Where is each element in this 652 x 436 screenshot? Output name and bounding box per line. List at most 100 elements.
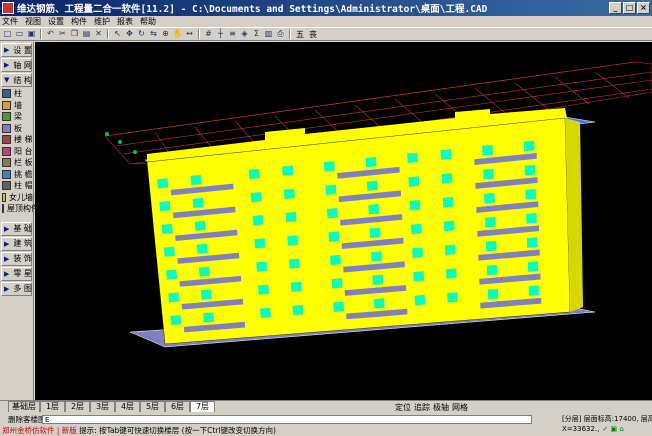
menu-maintain[interactable]: 维护 xyxy=(94,16,110,27)
menu-report[interactable]: 报表 xyxy=(117,16,133,27)
window xyxy=(170,315,182,326)
tab-floor-2[interactable]: 2层 xyxy=(65,401,90,412)
toolbar-divider xyxy=(289,29,291,39)
toolbar-five-button[interactable]: 五 xyxy=(294,29,306,40)
paste-icon[interactable]: ▤ xyxy=(81,29,92,40)
cut-icon[interactable]: ✂ xyxy=(57,29,68,40)
sidebar-group-axis[interactable]: ▶ 轴 网 xyxy=(1,58,32,72)
window xyxy=(446,268,457,279)
rotate-icon[interactable]: ↻ xyxy=(136,29,147,40)
sidebar-item-eave[interactable]: 挑 檐 xyxy=(0,169,33,181)
sidebar-item-stair[interactable]: 楼 梯 xyxy=(0,134,33,146)
calc-icon[interactable]: Σ xyxy=(251,29,262,40)
window xyxy=(282,165,294,176)
new-icon[interactable]: □ xyxy=(2,29,13,40)
tab-floor-foundation[interactable]: 基础层 xyxy=(8,401,40,412)
window xyxy=(202,312,214,323)
window xyxy=(250,192,262,203)
close-button[interactable]: × xyxy=(637,2,650,14)
drawing-canvas[interactable] xyxy=(35,42,652,400)
select-icon[interactable]: ↖ xyxy=(112,29,123,40)
open-icon[interactable]: ▭ xyxy=(14,29,25,40)
window xyxy=(328,231,340,242)
save-icon[interactable]: ▣ xyxy=(26,29,37,40)
sidebar-group-decoration[interactable]: ▶ 装 饰 xyxy=(1,251,32,266)
sidebar-group-misc[interactable]: ▶ 零 星 xyxy=(1,266,32,281)
maximize-button[interactable]: □ xyxy=(623,2,636,14)
minimize-button[interactable]: _ xyxy=(609,2,622,14)
print-icon[interactable]: ⎙ xyxy=(275,29,286,40)
menu-file[interactable]: 文件 xyxy=(2,16,18,27)
copy-icon[interactable]: ❐ xyxy=(69,29,80,40)
window xyxy=(487,288,499,300)
building-3d-view xyxy=(104,61,652,348)
move-icon[interactable]: ✥ xyxy=(124,29,135,40)
tab-floor-4[interactable]: 4层 xyxy=(115,401,140,412)
tab-floor-7[interactable]: 7层 xyxy=(190,401,215,412)
window xyxy=(484,192,495,204)
window xyxy=(485,216,496,228)
sidebar-group-foundation[interactable]: ▶ 基 础 xyxy=(1,221,32,236)
window xyxy=(372,274,384,286)
toolbar: □ ▭ ▣ ↶ ✂ ❐ ▤ ✕ ↖ ✥ ↻ ⇆ ⊕ ✋ ↔ # ┼ ≡ ◈ Σ … xyxy=(0,27,652,41)
command-hint: 郑州金桥仿软件 | 新版 提示: 按Tab键可快速切换楼层 (按一下Ctrl键改… xyxy=(0,425,540,435)
delete-icon[interactable]: ✕ xyxy=(93,29,104,40)
tab-floor-6[interactable]: 6层 xyxy=(165,401,190,412)
zoom-icon[interactable]: ⊕ xyxy=(160,29,171,40)
pan-icon[interactable]: ✋ xyxy=(172,29,183,40)
tab-floor-5[interactable]: 5层 xyxy=(140,401,165,412)
menu-settings[interactable]: 设置 xyxy=(48,16,64,27)
window xyxy=(290,281,302,292)
layer-icon[interactable]: ≡ xyxy=(227,29,238,40)
axis-icon[interactable]: ┼ xyxy=(215,29,226,40)
command-input[interactable]: E xyxy=(42,414,532,424)
sidebar-item-parapet[interactable]: 栏 板 xyxy=(0,157,33,169)
sidebar-item-balcony[interactable]: 阳 台 xyxy=(0,146,33,158)
window xyxy=(483,168,494,180)
roof-component-icon xyxy=(2,204,4,214)
sidebar-item-beam[interactable]: 梁 xyxy=(0,111,33,123)
toolbar-divider xyxy=(107,29,109,39)
menu-help[interactable]: 帮助 xyxy=(140,16,156,27)
window xyxy=(254,238,266,249)
sidebar-item-column-cap[interactable]: 柱 帽 xyxy=(0,180,33,192)
window xyxy=(525,188,537,200)
hint-text: 提示: 按Tab键可快速切换楼层 (按一下Ctrl键改变切换方向) xyxy=(79,426,276,435)
wall-icon xyxy=(2,100,11,110)
tab-floor-1[interactable]: 1层 xyxy=(40,401,65,412)
window xyxy=(157,178,169,189)
tab-floor-3[interactable]: 3层 xyxy=(90,401,115,412)
sidebar-group-settings[interactable]: ▶ 设 置 xyxy=(1,43,32,57)
toolbar-divider xyxy=(198,29,200,39)
menu-component[interactable]: 构件 xyxy=(71,16,87,27)
menu-view[interactable]: 视图 xyxy=(25,16,41,27)
measure-icon[interactable]: ↔ xyxy=(184,29,195,40)
sidebar-item-parapet-wall[interactable]: 女儿墙 xyxy=(0,192,33,204)
sidebar-item-wall[interactable]: 墙 xyxy=(0,100,33,112)
toolbar-mourn-button[interactable]: 丧 xyxy=(307,29,319,40)
sidebar-group-architecture[interactable]: ▶ 建 筑 xyxy=(1,236,32,251)
window xyxy=(196,243,208,254)
view3d-icon[interactable]: ◈ xyxy=(239,29,250,40)
parapet-wall-icon xyxy=(2,192,6,202)
window xyxy=(526,213,537,224)
report-icon[interactable]: ▥ xyxy=(263,29,274,40)
window xyxy=(331,278,343,289)
window xyxy=(365,156,377,168)
window xyxy=(256,261,268,272)
sidebar-group-structure[interactable]: ▼ 结 构 xyxy=(1,73,32,87)
toolbar-divider xyxy=(40,29,42,39)
window xyxy=(527,261,539,272)
grid-icon[interactable]: # xyxy=(203,29,214,40)
undo-icon[interactable]: ↶ xyxy=(45,29,56,40)
window xyxy=(371,251,382,262)
sidebar-item-roof-component[interactable]: 屋顶构件 xyxy=(0,203,39,215)
window xyxy=(159,201,171,212)
mirror-icon[interactable]: ⇆ xyxy=(148,29,159,40)
sidebar-group-multi-drawing[interactable]: ▶ 多 图 xyxy=(1,281,32,296)
window xyxy=(444,244,456,255)
beam-icon xyxy=(2,112,11,122)
window xyxy=(440,149,452,160)
sidebar-item-slab[interactable]: 板 xyxy=(0,123,33,135)
sidebar-item-column[interactable]: 柱 xyxy=(0,88,33,100)
